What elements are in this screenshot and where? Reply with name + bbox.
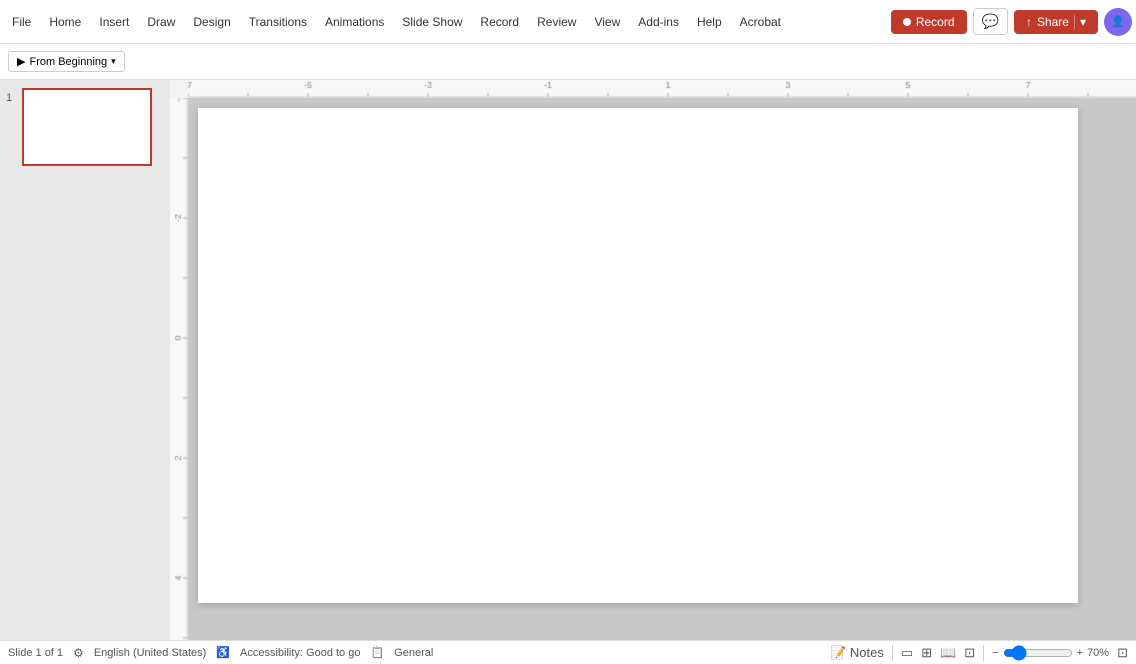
status-bar: Slide 1 of 1 ⚙ English (United States) ♿… [0, 640, 1136, 664]
menu-help[interactable]: Help [689, 11, 730, 33]
profile-button[interactable]: 👤 [1104, 8, 1132, 36]
menu-record[interactable]: Record [472, 11, 527, 33]
accessibility-label: Accessibility: Good to go [240, 647, 360, 659]
settings-icon[interactable]: ⚙ [73, 646, 84, 660]
fit-slide-button[interactable]: ⊡ [1117, 645, 1128, 661]
zoom-slider[interactable] [1003, 645, 1073, 661]
share-icon: ↑ [1026, 15, 1032, 29]
language: English (United States) [94, 647, 207, 659]
slide-item: 1 [6, 88, 164, 166]
notes-button[interactable]: 📝 Notes [830, 645, 884, 661]
content-row [170, 98, 1136, 640]
menu-addins[interactable]: Add-ins [630, 11, 687, 33]
menu-design[interactable]: Design [185, 11, 238, 33]
accessibility-icon: ♿ [216, 646, 230, 659]
zoom-control: − + 70% [992, 645, 1109, 661]
menu-draw[interactable]: Draw [139, 11, 183, 33]
profile-icon: 👤 [1111, 15, 1125, 28]
menu-insert[interactable]: Insert [91, 11, 137, 33]
slide-sorter-button[interactable]: ⊞ [921, 645, 932, 661]
presenter-view-button[interactable]: ⊡ [964, 645, 975, 661]
slide-canvas-wrapper[interactable] [188, 98, 1136, 640]
main-area: 1 [0, 80, 1136, 640]
menu-file[interactable]: File [4, 11, 39, 33]
menu-animations[interactable]: Animations [317, 11, 392, 33]
status-divider-2 [983, 645, 984, 661]
ruler-vertical [170, 98, 188, 640]
ruler-horizontal [188, 80, 1136, 98]
status-divider [892, 645, 893, 661]
status-right: 📝 Notes ▭ ⊞ 📖 ⊡ − + 70% ⊡ [830, 645, 1128, 661]
from-beginning-label: From Beginning [29, 56, 107, 68]
reading-view-button[interactable]: 📖 [940, 645, 956, 661]
menu-items: File Home Insert Draw Design Transitions… [4, 11, 891, 33]
slide-canvas[interactable] [198, 108, 1078, 603]
record-button[interactable]: Record [891, 10, 967, 34]
general-label: General [394, 647, 433, 659]
menu-review[interactable]: Review [529, 11, 584, 33]
zoom-in-icon[interactable]: + [1077, 647, 1083, 659]
ruler-vertical-canvas [170, 98, 188, 640]
notes-label: Notes [850, 645, 884, 660]
normal-view-button[interactable]: ▭ [901, 645, 913, 661]
zoom-out-icon[interactable]: − [992, 647, 998, 659]
comment-icon: 💬 [982, 13, 999, 29]
from-beginning-arrow-icon: ▾ [111, 56, 116, 67]
slide-thumbnail[interactable] [22, 88, 152, 166]
toolbar-right: Record 💬 ↑ Share ▾ 👤 [891, 8, 1132, 36]
comment-button[interactable]: 💬 [973, 8, 1008, 35]
from-beginning-button[interactable]: ▶ From Beginning ▾ [8, 51, 125, 72]
menu-view[interactable]: View [586, 11, 628, 33]
canvas-area [170, 80, 1136, 640]
share-dropdown-arrow[interactable]: ▾ [1074, 15, 1086, 29]
menu-slideshow[interactable]: Slide Show [394, 11, 470, 33]
share-button[interactable]: ↑ Share ▾ [1014, 10, 1098, 34]
slide-info: Slide 1 of 1 [8, 647, 63, 659]
zoom-level: 70% [1087, 647, 1109, 659]
record-button-label: Record [916, 15, 955, 29]
general-icon: 📋 [370, 646, 384, 659]
play-icon: ▶ [17, 55, 25, 68]
menu-bar: File Home Insert Draw Design Transitions… [0, 0, 1136, 44]
record-dot-icon [903, 18, 911, 26]
notes-icon: 📝 [830, 645, 846, 660]
share-button-label: Share [1037, 15, 1069, 29]
ribbon: ▶ From Beginning ▾ [0, 44, 1136, 80]
ruler-horizontal-canvas [188, 80, 1136, 98]
menu-acrobat[interactable]: Acrobat [732, 11, 789, 33]
menu-transitions[interactable]: Transitions [241, 11, 315, 33]
menu-home[interactable]: Home [41, 11, 89, 33]
slide-number: 1 [6, 92, 16, 104]
slide-panel: 1 [0, 80, 170, 640]
status-left: Slide 1 of 1 ⚙ English (United States) ♿… [8, 646, 433, 660]
